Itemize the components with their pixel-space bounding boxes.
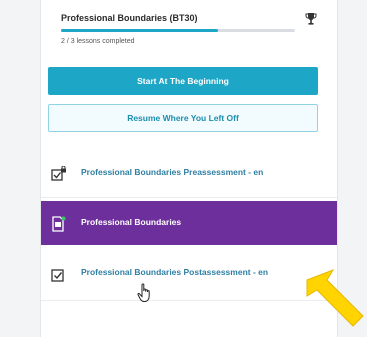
document-icon [52,216,66,232]
course-header: Professional Boundaries (BT30) 2 / 3 les… [61,12,317,45]
resume-where-left-off-button[interactable]: Resume Where You Left Off [48,104,318,132]
lesson-label: Professional Boundaries Postassessment -… [81,267,269,277]
lesson-item-postassessment[interactable]: Professional Boundaries Postassessment -… [41,251,337,295]
start-at-beginning-button[interactable]: Start At The Beginning [48,67,318,95]
lesson-label: Professional Boundaries [81,217,182,227]
lesson-item-preassessment[interactable]: Professional Boundaries Preassessment - … [41,151,337,195]
checkbox-icon [51,269,64,282]
trophy-icon [305,13,317,25]
hand-cursor-icon [137,283,150,302]
course-title: Professional Boundaries (BT30) [61,13,198,23]
lesson-label: Professional Boundaries Preassessment - … [81,167,264,177]
locked-checkbox-icon [51,166,66,181]
annotation-arrow-icon [306,269,364,327]
lessons-completed-text: 2 / 3 lessons completed [61,38,135,45]
progress-fill [61,29,218,32]
lesson-item-professional-boundaries[interactable]: Professional Boundaries [41,201,337,245]
course-panel: Professional Boundaries (BT30) 2 / 3 les… [40,0,338,337]
divider [41,300,337,301]
progress-bar [61,29,295,32]
divider [41,197,337,198]
